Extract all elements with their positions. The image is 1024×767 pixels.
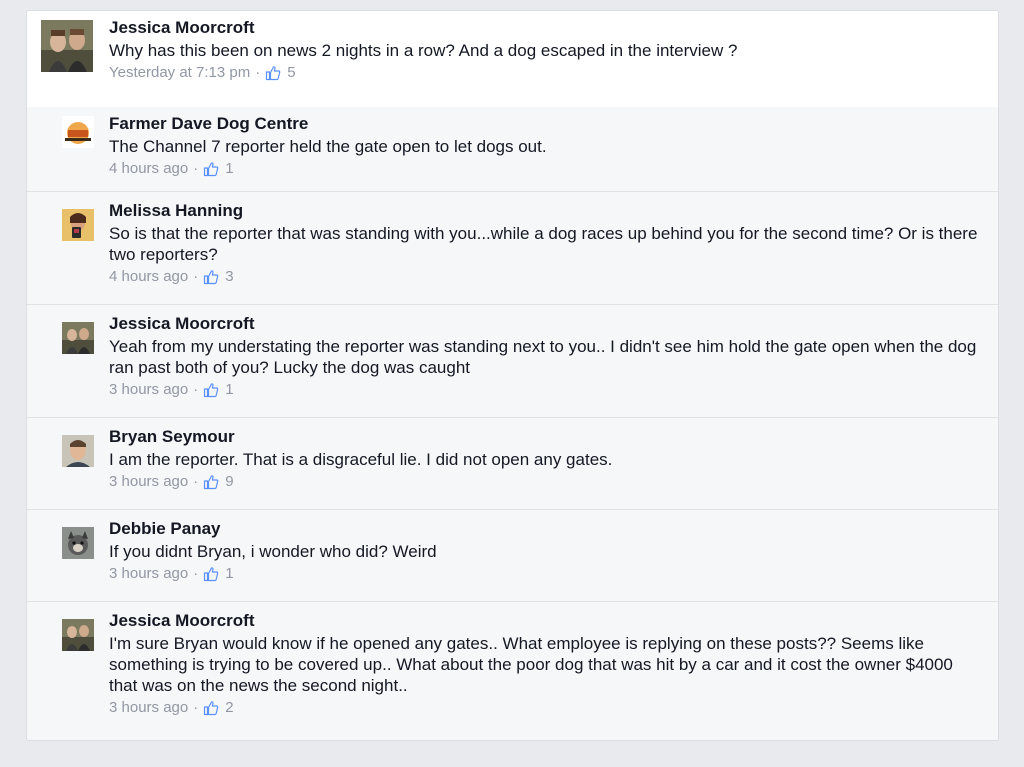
avatar[interactable] [62, 322, 94, 354]
commenter-name[interactable]: Jessica Moorcroft [109, 314, 982, 334]
comment-text: I'm sure Bryan would know if he opened a… [109, 634, 953, 695]
thumbs-up-icon[interactable] [203, 474, 219, 490]
avatar[interactable] [41, 20, 93, 72]
timestamp[interactable]: 3 hours ago [109, 473, 188, 491]
comment-content: Debbie Panay If you didnt Bryan, i wonde… [109, 512, 982, 583]
reply-item: Jessica Moorcroft I'm sure Bryan would k… [27, 602, 998, 740]
comment-meta: 4 hours ago · 1 [109, 160, 982, 178]
thumbs-up-icon[interactable] [203, 382, 219, 398]
thumbs-up-icon[interactable] [265, 65, 281, 81]
comment-meta: 4 hours ago · 3 [109, 268, 982, 286]
comment-meta: Yesterday at 7:13 pm · 5 [109, 64, 982, 82]
commenter-name[interactable]: Melissa Hanning [109, 201, 982, 221]
meta-separator: · [193, 699, 199, 716]
thumbs-up-icon[interactable] [203, 161, 219, 177]
timestamp[interactable]: 3 hours ago [109, 381, 188, 399]
like-count[interactable]: 1 [225, 381, 233, 399]
meta-separator: · [255, 64, 261, 81]
timestamp[interactable]: Yesterday at 7:13 pm [109, 64, 250, 82]
timestamp[interactable]: 3 hours ago [109, 699, 188, 717]
reply-item: Jessica Moorcroft Yeah from my understat… [27, 305, 998, 418]
like-count[interactable]: 3 [225, 268, 233, 286]
meta-separator: · [193, 473, 199, 490]
reply-item: Debbie Panay If you didnt Bryan, i wonde… [27, 510, 998, 602]
comment-content: Melissa Hanning So is that the reporter … [109, 194, 982, 286]
like-count[interactable]: 2 [225, 699, 233, 717]
avatar[interactable] [62, 435, 94, 467]
comment-meta: 3 hours ago · 1 [109, 381, 982, 399]
avatar[interactable] [62, 116, 94, 148]
commenter-name[interactable]: Debbie Panay [109, 519, 982, 539]
comment-text: The Channel 7 reporter held the gate ope… [109, 137, 547, 156]
comment-content: Jessica Moorcroft I'm sure Bryan would k… [109, 604, 982, 717]
comment-thread: Jessica Moorcroft Why has this been on n… [26, 10, 999, 741]
comment-meta: 3 hours ago · 9 [109, 473, 982, 491]
thumbs-up-icon[interactable] [203, 700, 219, 716]
reply-item: Melissa Hanning So is that the reporter … [27, 192, 998, 305]
commenter-name[interactable]: Bryan Seymour [109, 427, 982, 447]
timestamp[interactable]: 4 hours ago [109, 160, 188, 178]
comment-meta: 3 hours ago · 2 [109, 699, 982, 717]
comment-meta: 3 hours ago · 1 [109, 565, 982, 583]
avatar[interactable] [62, 209, 94, 241]
meta-separator: · [193, 268, 199, 285]
avatar[interactable] [62, 527, 94, 559]
meta-separator: · [193, 565, 199, 582]
meta-separator: · [193, 381, 199, 398]
like-count[interactable]: 1 [225, 160, 233, 178]
comment-item: Jessica Moorcroft Why has this been on n… [27, 11, 998, 107]
comment-content: Jessica Moorcroft Yeah from my understat… [109, 307, 982, 399]
commenter-name[interactable]: Jessica Moorcroft [109, 611, 982, 631]
like-count[interactable]: 1 [225, 565, 233, 583]
commenter-name[interactable]: Farmer Dave Dog Centre [109, 114, 982, 134]
meta-separator: · [193, 160, 199, 177]
comment-text: Why has this been on news 2 nights in a … [109, 41, 738, 60]
avatar[interactable] [62, 619, 94, 651]
comment-text: Yeah from my understating the reporter w… [109, 337, 977, 377]
like-count[interactable]: 9 [225, 473, 233, 491]
timestamp[interactable]: 4 hours ago [109, 268, 188, 286]
comment-content: Farmer Dave Dog Centre The Channel 7 rep… [109, 107, 982, 178]
commenter-name[interactable]: Jessica Moorcroft [109, 18, 982, 38]
comment-content: Bryan Seymour I am the reporter. That is… [109, 420, 982, 491]
thumbs-up-icon[interactable] [203, 566, 219, 582]
reply-item: Bryan Seymour I am the reporter. That is… [27, 418, 998, 510]
reply-item: Farmer Dave Dog Centre The Channel 7 rep… [27, 107, 998, 192]
comment-text: I am the reporter. That is a disgraceful… [109, 450, 613, 469]
timestamp[interactable]: 3 hours ago [109, 565, 188, 583]
like-count[interactable]: 5 [287, 64, 295, 82]
comment-text: So is that the reporter that was standin… [109, 224, 978, 264]
comment-content: Jessica Moorcroft Why has this been on n… [109, 11, 982, 82]
thumbs-up-icon[interactable] [203, 269, 219, 285]
comment-text: If you didnt Bryan, i wonder who did? We… [109, 542, 437, 561]
